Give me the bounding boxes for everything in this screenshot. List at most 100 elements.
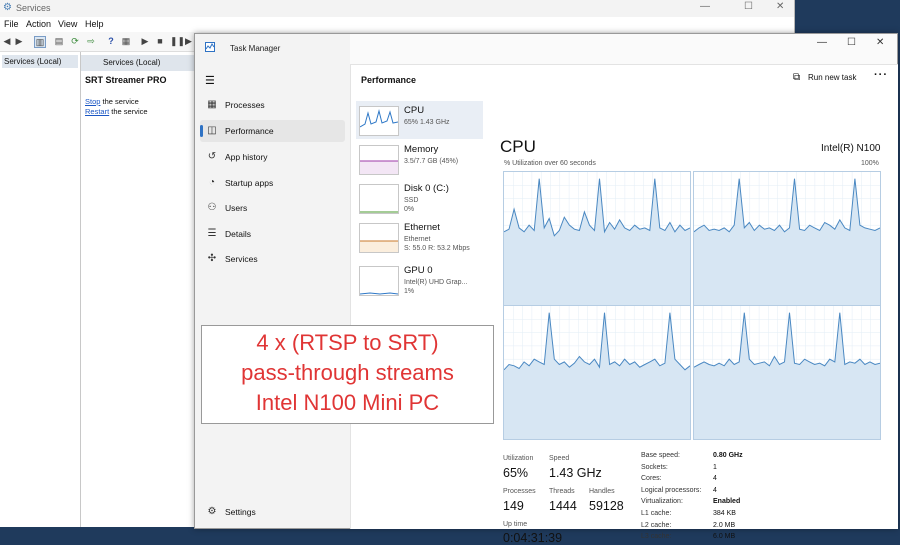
resource-detail-2: 1% [404, 288, 415, 295]
cpu-detail-key: L2 cache: [641, 521, 672, 529]
cpu-detail-value: 6.0 MB [713, 533, 736, 541]
resource-ethernet[interactable]: Ethernet Ethernet S: 55.0 R: 53.2 Mbps [356, 218, 483, 262]
services-menubar: File Action View Help [0, 17, 794, 32]
stop-link-rest: the service [100, 97, 139, 106]
start-icon[interactable]: ▶ [140, 36, 150, 46]
resource-name: CPU [404, 105, 425, 116]
resource-memory[interactable]: Memory 3.5/7.7 GB (45%) [356, 140, 483, 178]
performance-icon: ◫ [207, 125, 217, 136]
menu-action[interactable]: Action [26, 19, 51, 29]
nav-item-settings[interactable]: ⚙ Settings [200, 501, 345, 523]
tree-item-services-local[interactable]: Services (Local) [2, 55, 78, 68]
nav-item-services[interactable]: ✣ Services [200, 248, 345, 270]
restart-link[interactable]: Restart [85, 107, 109, 116]
cpu-title: CPU [500, 137, 536, 156]
run-task-icon: ⧉ [793, 72, 801, 83]
console-tree: Services (Local) [0, 52, 81, 527]
task-manager-logo-icon [205, 42, 215, 52]
nav-item-label: Services [225, 254, 258, 264]
utilization-label: Utilization [503, 455, 534, 462]
caption-line-3: Intel N100 Mini PC [255, 390, 440, 415]
minimize-icon[interactable]: — [700, 1, 710, 12]
nav-item-app-history[interactable]: ↺ App history [200, 146, 345, 168]
forward-icon[interactable]: ▶ [14, 36, 24, 46]
cpu-detail-key: Cores: [641, 475, 662, 483]
uptime-value: 0:04:31:39 [503, 531, 563, 545]
nav-item-details[interactable]: ☰ Details [200, 223, 345, 245]
resource-gpu[interactable]: GPU 0 Intel(R) UHD Grap... 1% [356, 261, 483, 299]
menu-file[interactable]: File [4, 19, 19, 29]
cpu-detail-key: Virtualization: [641, 498, 683, 506]
console-tree-icon[interactable]: ▥ [34, 36, 46, 48]
resource-disk[interactable]: Disk 0 (C:) SSD 0% [356, 179, 483, 217]
restart-line: Restart the service [85, 107, 148, 116]
caption-overlay: 4 x (RTSP to SRT) pass-through streams I… [201, 325, 494, 424]
nav-item-performance[interactable]: ◫ Performance [200, 120, 345, 142]
close-icon[interactable]: ✕ [776, 1, 784, 12]
speedometer-icon: ◔ [208, 177, 216, 188]
puzzle-icon: ✣ [207, 253, 217, 264]
nav-item-label: Users [225, 203, 248, 213]
disk-sparkline [359, 184, 399, 214]
utilization-value: 65% [503, 466, 529, 480]
resource-name: Ethernet [404, 222, 440, 233]
help-icon[interactable]: ? [106, 36, 116, 46]
maximize-icon[interactable]: ☐ [744, 1, 753, 12]
service-name: SRT Streamer PRO [85, 75, 167, 85]
users-icon: ⚇ [207, 202, 217, 213]
nav-item-users[interactable]: ⚇ Users [200, 197, 345, 219]
minimize-icon[interactable]: — [817, 37, 827, 48]
nav-item-startup-apps[interactable]: ◔ Startup apps [200, 172, 345, 194]
nav-item-label: App history [225, 152, 268, 162]
gpu-sparkline [359, 266, 399, 296]
cpu-detail-key: Logical processors: [641, 486, 702, 494]
caption-line-1: 4 x (RTSP to SRT) [256, 330, 439, 355]
cpu-detail-value: 1 [713, 463, 717, 471]
back-icon[interactable]: ◀ [2, 36, 12, 46]
performance-header: Performance [361, 75, 417, 85]
nav-item-processes[interactable]: ▦ Processes [200, 94, 345, 116]
nav-item-label: Processes [225, 100, 265, 110]
cpu-detail-key: Base speed: [641, 452, 680, 459]
tree-item-label: Services (Local) [4, 57, 62, 66]
refresh-icon[interactable]: ⟳ [70, 36, 80, 46]
resource-name: Memory [404, 144, 439, 155]
handles-label: Handles [589, 488, 615, 495]
resource-name: Disk 0 (C:) [404, 183, 449, 194]
cpu-core-graph-3 [693, 305, 881, 440]
cpu-detail-value: 4 [713, 475, 717, 483]
properties-icon[interactable]: ▤ [54, 36, 64, 46]
nav-item-label: Settings [225, 507, 256, 517]
max-percent-label: 100% [861, 160, 879, 167]
cpu-detail-value: 0.80 GHz [713, 452, 743, 459]
caption-line-2: pass-through streams [241, 360, 454, 385]
stop-line: Stop the service [85, 97, 139, 106]
run-new-task-button[interactable]: Run new task [808, 73, 856, 82]
task-manager-title: Task Manager [230, 44, 281, 53]
resource-detail: 3.5/7.7 GB (45%) [404, 158, 459, 165]
gear-icon: ⚙ [3, 2, 12, 13]
more-options-icon[interactable]: ··· [874, 69, 888, 81]
handles-value: 59128 [589, 499, 624, 513]
view-icon[interactable]: ▦ [121, 36, 131, 46]
resource-detail: Intel(R) UHD Grap... [404, 279, 468, 286]
close-icon[interactable]: ✕ [876, 37, 884, 48]
resource-cpu[interactable]: CPU 65% 1.43 GHz [356, 101, 483, 139]
hamburger-menu-icon[interactable]: ☰ [205, 74, 215, 87]
cpu-core-graph-2 [503, 305, 691, 440]
threads-value: 1444 [549, 499, 577, 513]
speed-value: 1.43 GHz [549, 466, 602, 480]
stop-link[interactable]: Stop [85, 97, 100, 106]
maximize-icon[interactable]: ☐ [847, 37, 856, 48]
utilization-caption: % Utilization over 60 seconds [504, 160, 596, 167]
nav-item-label: Startup apps [225, 178, 274, 188]
task-manager-nav: Task Manager ☰ ▦ Processes ◫ Performance… [195, 34, 350, 528]
cpu-detail-key: L1 cache: [641, 510, 672, 517]
export-icon[interactable]: ⇨ [86, 36, 96, 46]
menu-help[interactable]: Help [85, 19, 104, 29]
stop-icon[interactable]: ■ [155, 36, 165, 46]
pause-icon[interactable]: ❚❚ [170, 36, 185, 46]
menu-view[interactable]: View [58, 19, 77, 29]
resource-detail: SSD [404, 197, 419, 204]
cpu-core-graph-1 [693, 171, 881, 306]
